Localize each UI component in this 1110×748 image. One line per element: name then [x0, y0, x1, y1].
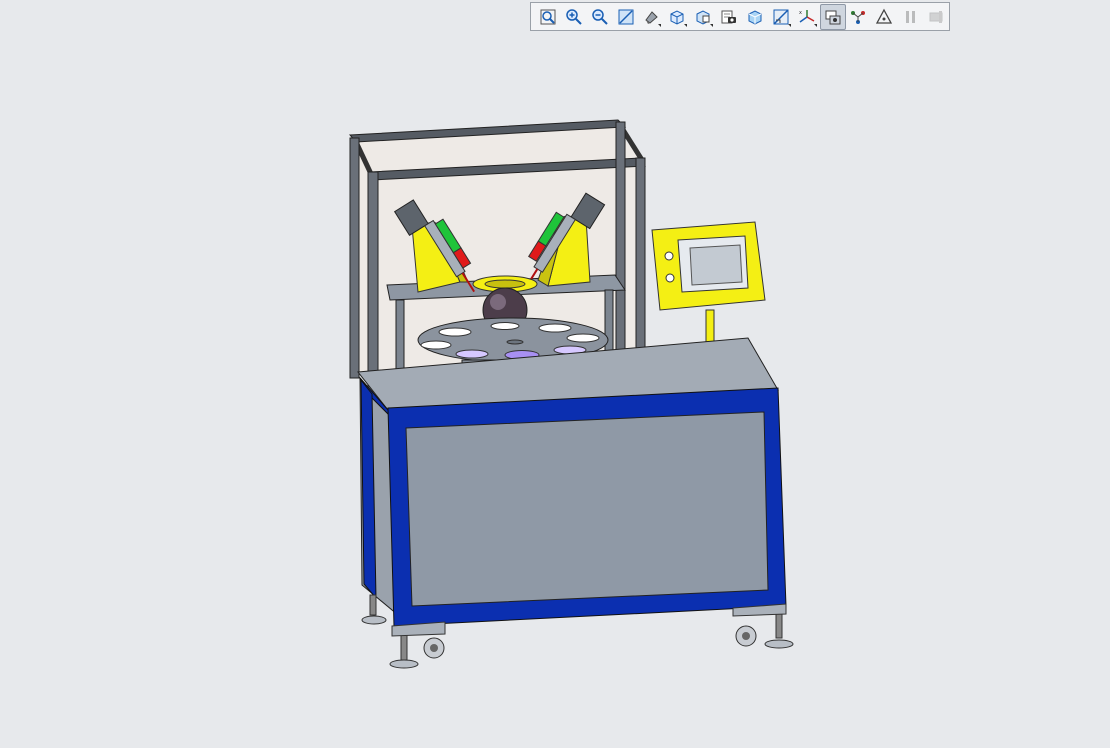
left-back-post	[349, 137, 360, 379]
section-view-button[interactable]	[690, 4, 716, 30]
zoom-out-button[interactable]	[587, 4, 613, 30]
cabinet-front-panel	[405, 411, 769, 607]
view-orientation-button[interactable]	[664, 4, 690, 30]
explode-button[interactable]	[846, 4, 872, 30]
pause-icon	[906, 10, 916, 23]
machine-assembly-model	[348, 119, 794, 669]
view-settings-icon	[825, 10, 841, 24]
graphics-viewport[interactable]	[0, 34, 1110, 748]
display-style-button[interactable]	[639, 4, 665, 30]
view-toolbar: x	[530, 2, 950, 31]
flyout-arrow-icon	[787, 23, 791, 27]
flyout-arrow-icon	[658, 23, 662, 27]
view-triad-button[interactable]: x	[794, 4, 820, 30]
stop-icon	[929, 10, 943, 23]
measure-icon	[876, 8, 893, 24]
view-settings-button[interactable]	[819, 3, 846, 30]
zoom-in-button[interactable]	[561, 4, 587, 30]
left-front-post	[367, 171, 379, 393]
right-back-post	[615, 121, 626, 373]
svg-text:x: x	[799, 10, 802, 16]
appearance-icon	[748, 9, 762, 25]
measure-button[interactable]	[871, 4, 897, 30]
flyout-arrow-icon	[684, 23, 688, 27]
camera-icon	[721, 10, 737, 23]
flyout-arrow-icon	[710, 23, 714, 27]
camera-button[interactable]	[716, 4, 742, 30]
zoom-to-fit-button[interactable]	[535, 4, 561, 30]
zoom-in-icon	[566, 8, 582, 25]
appearance-button[interactable]	[742, 4, 768, 30]
zoom-to-fit-icon	[540, 9, 556, 24]
flyout-arrow-icon	[813, 23, 817, 27]
zoom-out-icon	[591, 8, 608, 25]
stop-button[interactable]	[923, 4, 949, 30]
explode-icon	[851, 10, 866, 24]
hide-show-button[interactable]	[768, 4, 794, 30]
pause-button[interactable]	[897, 4, 923, 30]
zoom-to-area-button[interactable]	[613, 4, 639, 30]
zoom-to-area-icon	[618, 9, 634, 24]
